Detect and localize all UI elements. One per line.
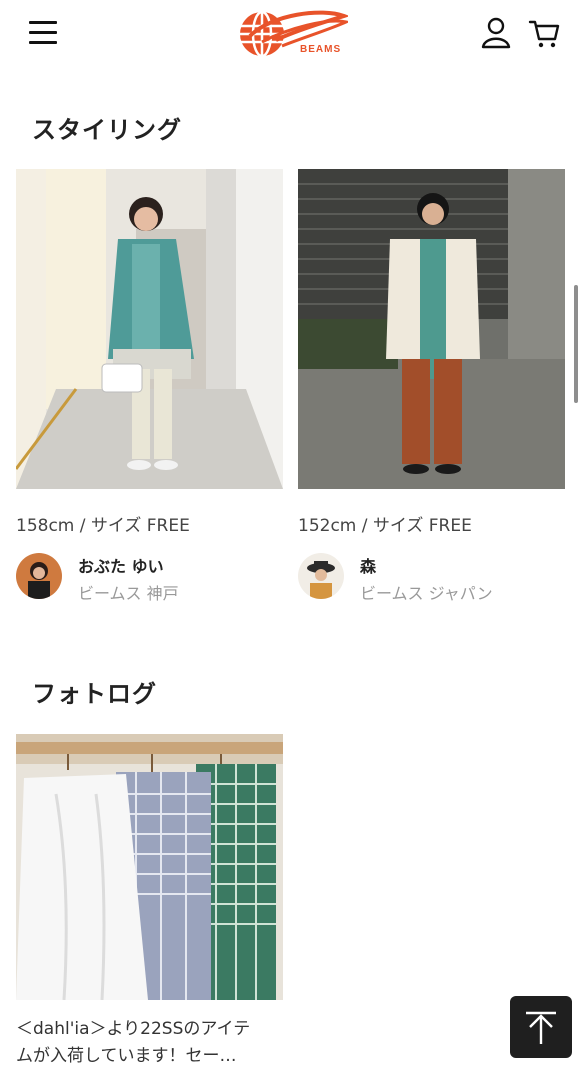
photolog-text-line-2[interactable]: ムが入荷しています！セー… xyxy=(16,1043,283,1070)
photolog-card[interactable]: ＜dahl'ia＞より22SSのアイテ ムが入荷しています！セー… xyxy=(16,734,283,1074)
photolog-text-line-1[interactable]: ＜dahl'ia＞より22SSのアイテ xyxy=(16,1016,283,1043)
photolog-photo[interactable] xyxy=(16,734,283,1000)
user-icon[interactable] xyxy=(480,16,512,50)
staff-avatar[interactable] xyxy=(16,553,62,599)
photolog-section-title: フォトログ xyxy=(32,680,157,708)
logo-text: BEAMS xyxy=(300,44,342,55)
arrow-up-icon xyxy=(526,1011,556,1044)
scrollbar[interactable] xyxy=(574,285,578,403)
styling-card[interactable]: 152cm / サイズ FREE 森 ビームス ジャパン xyxy=(298,169,565,603)
size-info: 158cm / サイズ FREE xyxy=(16,516,190,536)
hamburger-menu-icon[interactable] xyxy=(27,19,59,47)
staff-avatar[interactable] xyxy=(298,553,344,599)
staff-name[interactable]: おぶた ゆい xyxy=(78,553,164,577)
styling-photo[interactable] xyxy=(16,169,283,489)
styling-photo[interactable] xyxy=(298,169,565,489)
shop-name: ビームス ジャパン xyxy=(360,584,493,603)
staff-name[interactable]: 森 xyxy=(360,553,376,577)
styling-section-title: スタイリング xyxy=(32,116,182,144)
styling-card[interactable]: 158cm / サイズ FREE おぶた ゆい ビームス 神戸 xyxy=(16,169,283,603)
header: BEAMS xyxy=(0,0,581,70)
cart-icon[interactable] xyxy=(528,16,560,50)
shop-name: ビームス 神戸 xyxy=(78,584,179,603)
back-to-top-button[interactable] xyxy=(510,996,572,1058)
size-info: 152cm / サイズ FREE xyxy=(298,516,472,536)
